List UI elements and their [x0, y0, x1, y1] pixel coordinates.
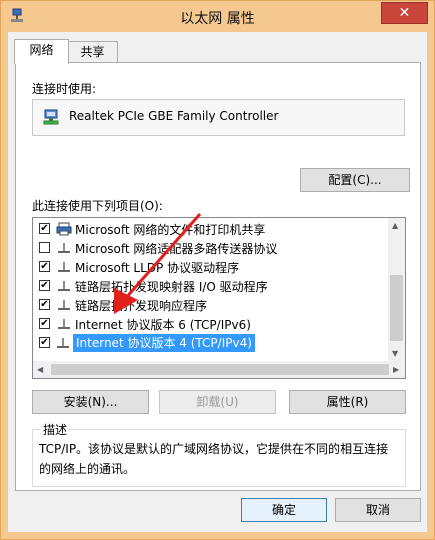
horizontal-scrollbar[interactable]: ◀ ▶	[33, 361, 405, 378]
network-protocol-icon	[58, 243, 70, 253]
item-label: 链路层拓扑发现映射器 I/O 驱动程序	[75, 280, 268, 294]
list-item[interactable]: ✔ Microsoft 网络的文件和打印机共享	[33, 220, 387, 239]
network-protocol-icon	[58, 281, 70, 291]
configure-button[interactable]: 配置(C)...	[300, 168, 410, 192]
list-item[interactable]: ✔ 链路层拓扑发现响应程序	[33, 296, 387, 315]
list-item[interactable]: Microsoft 网络适配器多路传送器协议	[33, 239, 387, 258]
adapter-name: Realtek PCIe GBE Family Controller	[69, 109, 279, 123]
scroll-left-icon[interactable]: ◀	[37, 365, 43, 374]
item-label: 链路层拓扑发现响应程序	[75, 299, 208, 313]
scroll-up-icon[interactable]: ▲	[392, 221, 398, 230]
network-protocol-icon	[58, 319, 70, 329]
item-checkbox[interactable]: ✔	[39, 223, 50, 234]
scroll-right-icon[interactable]: ▶	[393, 365, 399, 374]
cancel-button[interactable]: 取消	[335, 498, 421, 522]
install-button[interactable]: 安装(N)...	[32, 390, 149, 414]
item-label: Microsoft LLDP 协议驱动程序	[75, 261, 240, 275]
vertical-scroll-thumb[interactable]	[390, 275, 403, 341]
horizontal-scroll-thumb[interactable]	[51, 364, 389, 375]
item-checkbox[interactable]: ✔	[39, 299, 50, 310]
item-label: Internet 协议版本 6 (TCP/IPv6)	[75, 318, 251, 332]
network-protocol-icon	[57, 338, 69, 348]
item-checkbox[interactable]: ✔	[39, 261, 50, 272]
description-group: 描述 TCP/IP。该协议是默认的广域网络协议，它提供在不同的相互连接的网络上的…	[32, 421, 406, 487]
list-item[interactable]: ✔ Microsoft LLDP 协议驱动程序	[33, 258, 387, 277]
printer-icon	[56, 222, 72, 236]
vertical-scrollbar[interactable]: ▲ ▼	[388, 218, 405, 361]
scroll-down-icon[interactable]: ▼	[392, 349, 398, 358]
window-title: 以太网 属性	[180, 11, 255, 27]
network-tab-panel: 连接时使用: Realtek PCIe GBE Family Controlle…	[15, 62, 421, 491]
connect-using-label: 连接时使用:	[32, 82, 97, 96]
tab-network[interactable]: 网络	[14, 39, 69, 64]
item-label: Internet 协议版本 4 (TCP/IPv4)	[73, 334, 255, 352]
description-title: 描述	[41, 421, 70, 438]
network-card-icon	[43, 109, 59, 125]
description-text: TCP/IP。该协议是默认的广域网络协议，它提供在不同的相互连接的网络上的通讯。	[39, 442, 389, 476]
dialog-client: 网络 共享 连接时使用: Realtek PCIe GBE Family Con…	[8, 32, 427, 532]
list-item-selected[interactable]: ✔ Internet 协议版本 4 (TCP/IPv4)	[33, 334, 387, 353]
item-checkbox[interactable]: ✔	[39, 280, 50, 291]
components-list[interactable]: ✔ Microsoft 网络的文件和打印机共享 Microsoft 网络适配器多…	[32, 217, 406, 379]
item-label: Microsoft 网络的文件和打印机共享	[75, 223, 266, 237]
list-item[interactable]: ✔ 链路层拓扑发现映射器 I/O 驱动程序	[33, 277, 387, 296]
properties-window: 以太网 属性 ✕ 网络 共享 连接时使用: Realtek PCIe GBE F…	[0, 0, 435, 540]
item-checkbox[interactable]: ✔	[39, 318, 50, 329]
list-item[interactable]: ✔ Internet 协议版本 6 (TCP/IPv6)	[33, 315, 387, 334]
tab-sharing[interactable]: 共享	[67, 41, 118, 63]
uninstall-button[interactable]: 卸载(U)	[159, 390, 276, 414]
network-protocol-icon	[58, 262, 70, 272]
adapter-box: Realtek PCIe GBE Family Controller	[32, 99, 405, 136]
item-checkbox[interactable]: ✔	[39, 337, 50, 348]
ok-button[interactable]: 确定	[241, 498, 327, 522]
network-protocol-icon	[58, 300, 70, 310]
items-label: 此连接使用下列项目(O):	[32, 199, 163, 213]
item-checkbox[interactable]	[39, 242, 50, 253]
close-button[interactable]: ✕	[381, 2, 428, 24]
properties-button[interactable]: 属性(R)	[289, 390, 406, 414]
title-bar[interactable]: 以太网 属性 ✕	[1, 1, 434, 33]
item-label: Microsoft 网络适配器多路传送器协议	[75, 242, 278, 256]
